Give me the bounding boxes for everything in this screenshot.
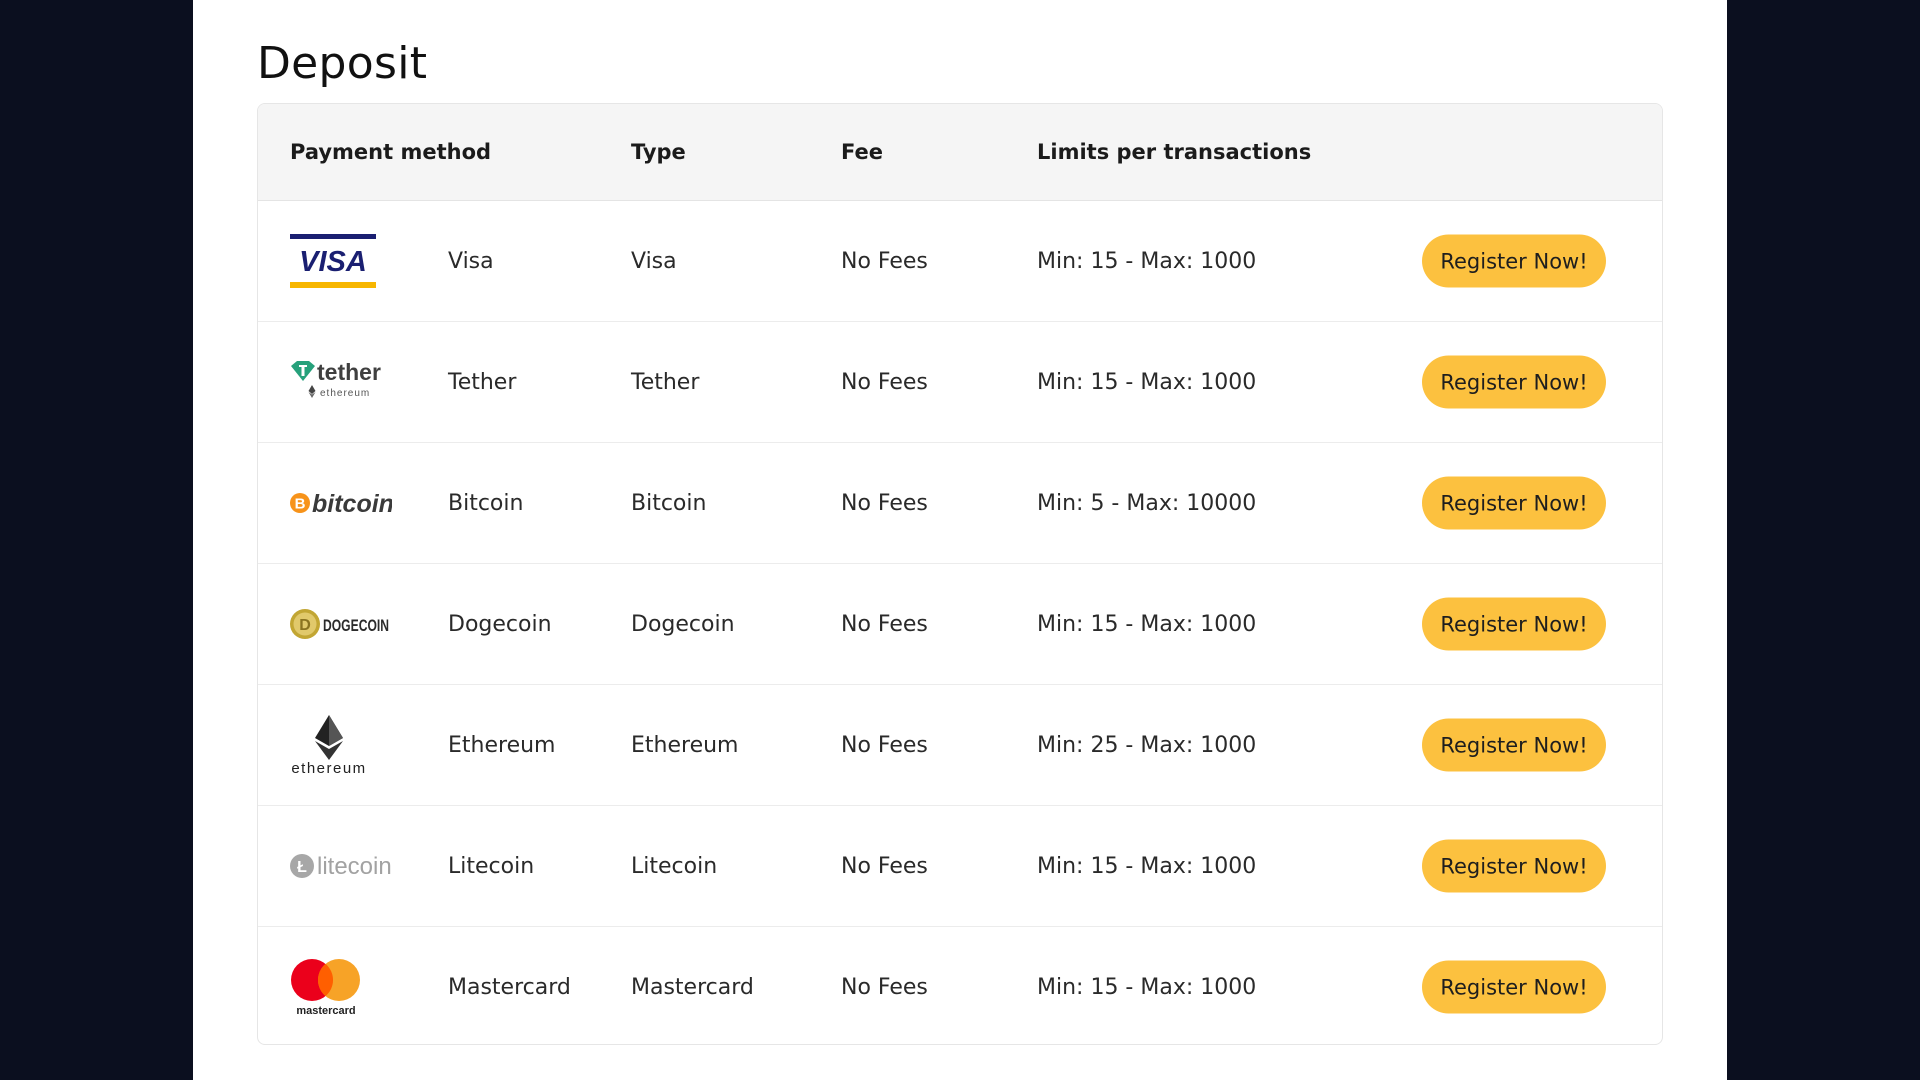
litecoin-logo-text: litecoin xyxy=(317,853,392,880)
table-row: tether ethereum Tether Tether No Fees Mi… xyxy=(258,322,1662,443)
method-name: Mastercard xyxy=(448,974,571,1000)
method-name: Tether xyxy=(448,369,517,395)
table-row: Ł litecoin Litecoin Litecoin No Fees Min… xyxy=(258,806,1662,927)
method-limits: Min: 15 - Max: 1000 xyxy=(1037,369,1257,395)
register-now-button[interactable]: Register Now! xyxy=(1422,597,1606,651)
method-fee: No Fees xyxy=(841,369,928,395)
ethereum-logo: ethereum xyxy=(290,685,400,805)
svg-text:D: D xyxy=(299,617,311,634)
table-row: mastercard Mastercard Mastercard No Fees… xyxy=(258,927,1662,1044)
mastercard-logo: mastercard xyxy=(290,927,400,1044)
page-title: Deposit xyxy=(257,38,428,89)
method-limits: Min: 15 - Max: 1000 xyxy=(1037,248,1257,274)
register-now-button[interactable]: Register Now! xyxy=(1422,839,1606,893)
table-row: B bitcoin Bitcoin Bitcoin No Fees Min: 5… xyxy=(258,443,1662,564)
register-now-button[interactable]: Register Now! xyxy=(1422,355,1606,409)
ethereum-logo-text: ethereum xyxy=(291,760,366,775)
header-fee: Fee xyxy=(841,140,883,164)
method-type: Litecoin xyxy=(631,853,718,879)
method-type: Ethereum xyxy=(631,732,739,758)
register-now-button[interactable]: Register Now! xyxy=(1422,476,1606,530)
deposit-panel: Deposit Payment method Type Fee Limits p… xyxy=(193,0,1727,1080)
table-row: VISA Visa Visa No Fees Min: 15 - Max: 10… xyxy=(258,201,1662,322)
svg-text:Ł: Ł xyxy=(297,859,307,876)
method-name: Dogecoin xyxy=(448,611,552,637)
method-fee: No Fees xyxy=(841,248,928,274)
bitcoin-logo-text: bitcoin xyxy=(312,490,392,518)
tether-logo-subtext: ethereum xyxy=(320,388,370,399)
method-name: Ethereum xyxy=(448,732,556,758)
register-now-button[interactable]: Register Now! xyxy=(1422,718,1606,772)
table-row: D DOGECOIN Dogecoin Dogecoin No Fees Min… xyxy=(258,564,1662,685)
visa-logo-text: VISA xyxy=(299,246,367,278)
method-name: Bitcoin xyxy=(448,490,524,516)
method-name: Visa xyxy=(448,248,494,274)
method-limits: Min: 25 - Max: 1000 xyxy=(1037,732,1257,758)
method-limits: Min: 15 - Max: 1000 xyxy=(1037,974,1257,1000)
method-fee: No Fees xyxy=(841,611,928,637)
method-limits: Min: 15 - Max: 1000 xyxy=(1037,853,1257,879)
method-fee: No Fees xyxy=(841,732,928,758)
bitcoin-logo: B bitcoin xyxy=(290,443,400,563)
header-limits: Limits per transactions xyxy=(1037,140,1312,164)
method-fee: No Fees xyxy=(841,853,928,879)
dogecoin-logo: D DOGECOIN xyxy=(290,564,400,684)
mastercard-logo-text: mastercard xyxy=(296,1005,355,1017)
method-type: Bitcoin xyxy=(631,490,707,516)
tether-logo: tether ethereum xyxy=(290,322,400,442)
method-fee: No Fees xyxy=(841,974,928,1000)
register-now-button[interactable]: Register Now! xyxy=(1422,234,1606,288)
svg-text:B: B xyxy=(295,496,306,513)
method-type: Visa xyxy=(631,248,677,274)
visa-logo: VISA xyxy=(290,201,400,321)
ethereum-mini-icon xyxy=(308,385,316,394)
header-type: Type xyxy=(631,140,686,164)
table-row: ethereum Ethereum Ethereum No Fees Min: … xyxy=(258,685,1662,806)
header-payment-method: Payment method xyxy=(290,140,492,164)
dogecoin-logo-text: DOGECOIN xyxy=(323,616,389,635)
register-now-button[interactable]: Register Now! xyxy=(1422,960,1606,1014)
payment-methods-table: Payment method Type Fee Limits per trans… xyxy=(257,103,1663,1045)
table-header: Payment method Type Fee Limits per trans… xyxy=(258,104,1662,201)
method-type: Mastercard xyxy=(631,974,754,1000)
litecoin-logo: Ł litecoin xyxy=(290,806,400,926)
tether-logo-text: tether xyxy=(317,361,381,385)
method-fee: No Fees xyxy=(841,490,928,516)
method-type: Dogecoin xyxy=(631,611,735,637)
method-name: Litecoin xyxy=(448,853,535,879)
method-limits: Min: 5 - Max: 10000 xyxy=(1037,490,1257,516)
method-type: Tether xyxy=(631,369,700,395)
method-limits: Min: 15 - Max: 1000 xyxy=(1037,611,1257,637)
